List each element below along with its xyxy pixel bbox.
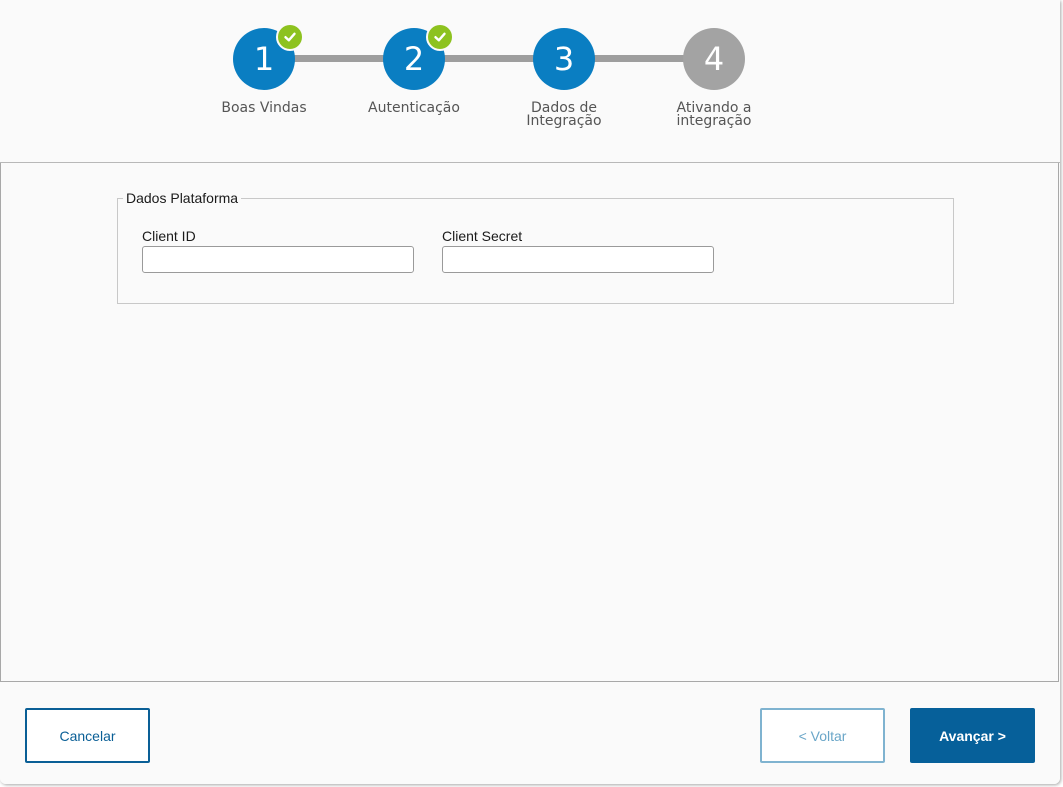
step-2-label: Autenticação	[354, 100, 474, 116]
back-button[interactable]: < Voltar	[760, 708, 885, 763]
platform-data-fieldset: Dados Plataforma Client ID Client Secret	[117, 190, 954, 304]
step-1: 1	[233, 23, 304, 90]
check-icon	[426, 23, 454, 51]
step-4-label: Ativando a integração	[654, 101, 774, 129]
check-icon	[276, 23, 304, 51]
wizard-window: 1 Boas Vindas 2 Autenticação 3 Dados de …	[0, 0, 1060, 784]
step-connector-1-2	[288, 55, 398, 62]
step-1-label: Boas Vindas	[204, 100, 324, 116]
step-4: 4	[683, 28, 745, 90]
step-2-label-line1: Autenticação	[368, 100, 460, 116]
client-id-input[interactable]	[142, 246, 414, 273]
client-id-field: Client ID	[142, 228, 414, 273]
wizard-footer: Cancelar < Voltar Avançar >	[0, 682, 1060, 784]
fieldset-legend: Dados Plataforma	[123, 190, 242, 206]
client-id-label: Client ID	[142, 228, 196, 244]
step-3-label: Dados de Integração	[504, 101, 624, 129]
client-secret-input[interactable]	[442, 246, 714, 273]
next-button[interactable]: Avançar >	[910, 708, 1035, 763]
cancel-button[interactable]: Cancelar	[25, 708, 150, 763]
step-3-label-line2: Integração	[526, 113, 602, 129]
step-4-circle: 4	[683, 28, 745, 90]
step-1-label-line1: Boas Vindas	[221, 100, 307, 116]
step-3-circle: 3	[533, 28, 595, 90]
step-connector-2-3	[438, 55, 548, 62]
client-secret-field: Client Secret	[442, 228, 714, 273]
client-secret-label: Client Secret	[442, 228, 523, 244]
step-2: 2	[383, 23, 454, 90]
wizard-content: Dados Plataforma Client ID Client Secret	[0, 163, 1059, 682]
wizard-stepper: 1 Boas Vindas 2 Autenticação 3 Dados de …	[0, 0, 1060, 163]
step-connector-3-4	[588, 55, 698, 62]
step-4-label-line2: integração	[676, 113, 752, 129]
step-3: 3	[533, 28, 595, 90]
